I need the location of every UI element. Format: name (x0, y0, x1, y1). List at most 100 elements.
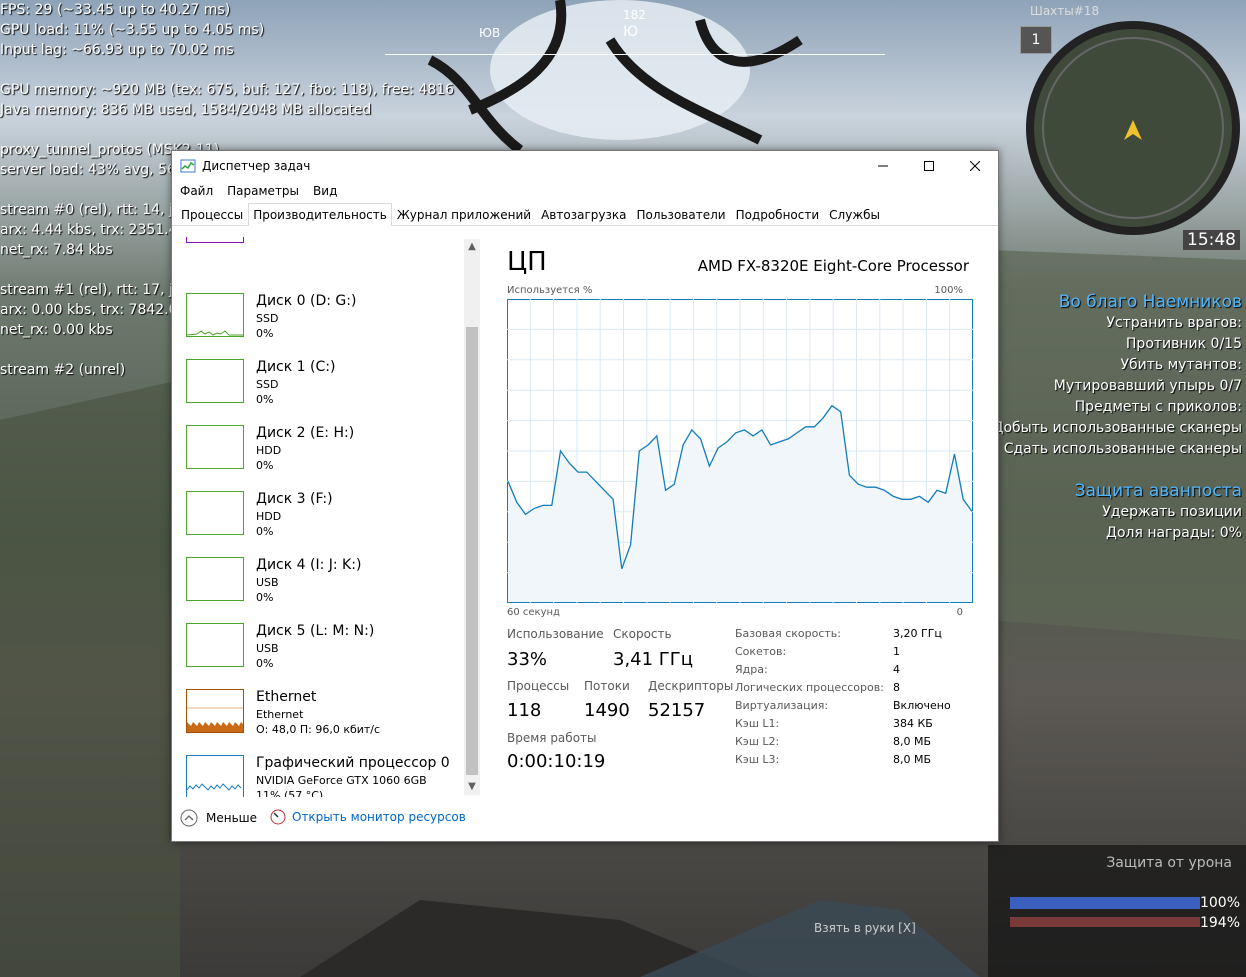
resource-value: 0% (256, 591, 274, 604)
resource-sparkline (187, 492, 243, 534)
scroll-down-icon[interactable]: ▼ (464, 779, 480, 795)
scrollbar-thumb[interactable] (466, 327, 478, 775)
minimize-icon (878, 165, 888, 167)
tab[interactable]: Процессы (176, 203, 248, 225)
resource-subtitle: NVIDIA GeForce GTX 1060 6GB (256, 774, 427, 787)
cpu-prop-key: Виртуализация: (735, 699, 829, 712)
resource-item-disk[interactable]: Диск 2 (E: H:) HDD 0% (186, 425, 476, 485)
resource-item-net[interactable]: Ethernet Ethernet О: 48,0 П: 96,0 кбит/с (186, 689, 476, 749)
minimap-disc (1026, 21, 1240, 235)
scroll-up-icon[interactable]: ▲ (464, 239, 480, 255)
chevron-up-icon (180, 809, 198, 827)
resource-name: Диск 2 (E: H:) (256, 425, 355, 441)
menu-item[interactable]: Параметры (227, 181, 299, 201)
window-title: Диспетчер задач (202, 159, 311, 173)
cpu-prop-key: Базовая скорость: (735, 627, 841, 640)
tab[interactable]: Журнал приложений (392, 203, 536, 225)
resource-item-memory[interactable]: 7,8/16,0 ГБ (49%) (186, 237, 476, 287)
resource-subtitle: HDD (256, 510, 282, 523)
resource-value: 11% (57 °C) (256, 789, 324, 797)
task-manager-window[interactable]: Диспетчер задач Файл Параметры Вид Процесс… (171, 150, 999, 842)
resource-sparkline (187, 426, 243, 468)
resource-list[interactable]: 7,8/16,0 ГБ (49%)Диск 0 (D: G:)SSD0%Диск… (172, 237, 482, 797)
resource-subtitle: SSD (256, 312, 279, 325)
resource-item-disk[interactable]: Диск 4 (I: J: K:) USB 0% (186, 557, 476, 617)
usage-label: Использование (507, 627, 604, 641)
cpu-model: AMD FX-8320E Eight-Core Processor (697, 257, 969, 275)
resource-thumbnail (186, 359, 244, 403)
processes-label: Процессы (507, 679, 570, 693)
menu-item[interactable]: Вид (313, 181, 337, 201)
resource-thumbnail (186, 293, 244, 337)
debug-line (0, 120, 520, 140)
speed-label: Скорость (613, 627, 672, 641)
minimap-time: 15:48 (1183, 230, 1240, 250)
close-button[interactable] (952, 151, 998, 181)
fewer-details-button[interactable]: Меньше (180, 809, 257, 827)
resource-list-scrollbar[interactable]: ▲ ▼ (464, 239, 480, 795)
tab[interactable]: Подробности (731, 203, 825, 225)
resource-sparkline (187, 360, 243, 402)
cpu-prop-value: 8 (893, 681, 900, 694)
tab[interactable]: Пользователи (631, 203, 730, 225)
cpu-prop-key: Кэш L2: (735, 735, 780, 748)
resource-value: 0% (256, 327, 274, 340)
resource-thumbnail (186, 623, 244, 667)
resource-thumbnail (186, 491, 244, 535)
resource-item-disk[interactable]: Диск 3 (F:) HDD 0% (186, 491, 476, 551)
cpu-prop-value: 8,0 МБ (893, 753, 932, 766)
quest-title: Защита аванпоста (1074, 481, 1242, 501)
defense-label: Защита от урона (1106, 855, 1232, 871)
pickup-hint: Взять в руки [X] (814, 921, 916, 935)
quest-objective: Противник 0/15 (1125, 336, 1242, 352)
resource-thumbnail (186, 689, 244, 733)
threads-label: Потоки (584, 679, 630, 693)
resource-thumbnail (186, 425, 244, 469)
quest-objective (993, 460, 1242, 481)
resource-value: О: 48,0 П: 96,0 кбит/с (256, 723, 381, 736)
tab-strip: Процессы Производительность Журнал приложе… (172, 203, 998, 226)
resource-item-disk[interactable]: Диск 0 (D: G:) SSD 0% (186, 293, 476, 353)
cpu-prop-key: Сокетов: (735, 645, 787, 658)
tab[interactable]: Производительность (248, 203, 392, 226)
quest-objective: Сдать использованные сканеры (1003, 441, 1242, 457)
tab[interactable]: Автозагрузка (536, 203, 631, 225)
handles-label: Дескрипторы (648, 679, 734, 693)
quest-title: Во благо Наемников (1058, 292, 1242, 312)
quest-objective: Добыть использованные сканеры (992, 420, 1242, 436)
resource-item-disk[interactable]: Диск 5 (L: M: N:) USB 0% (186, 623, 476, 683)
resource-subtitle: SSD (256, 378, 279, 391)
resource-thumbnail (186, 237, 244, 243)
cpu-title: ЦП (507, 247, 547, 277)
quest-tracker: Во благо Наемников Устранить врагов: Проти… (993, 292, 1242, 544)
resource-name: Диск 1 (C:) (256, 359, 336, 375)
cpu-prop-value: 384 КБ (893, 717, 933, 730)
compass-s: Ю (623, 24, 639, 40)
menu-item[interactable]: Файл (180, 181, 213, 201)
stamina-bar (1010, 917, 1200, 927)
health-bar (1010, 897, 1200, 909)
compass-heading: 182 (623, 8, 646, 22)
processes-value: 118 (507, 700, 542, 721)
tab[interactable]: Службы (824, 203, 885, 225)
resource-item-disk[interactable]: Диск 1 (C:) SSD 0% (186, 359, 476, 419)
menu-bar: Файл Параметры Вид (172, 181, 998, 201)
cpu-prop-key: Кэш L3: (735, 753, 780, 766)
resource-value: 0% (256, 393, 274, 406)
threads-value: 1490 (584, 700, 630, 721)
maximize-button[interactable] (906, 151, 952, 181)
resource-monitor-icon (270, 809, 286, 825)
graph-max-label: 100% (934, 285, 963, 296)
debug-line: Java memory: 836 MB used, 1584/2048 MB a… (0, 102, 372, 118)
resource-subtitle: USB (256, 642, 279, 655)
open-resource-monitor-link[interactable]: Открыть монитор ресурсов (270, 809, 466, 825)
graph-label: Используется % (507, 285, 593, 296)
footer: Меньше Открыть монитор ресурсов (172, 801, 998, 837)
minimize-button[interactable] (860, 151, 906, 181)
resource-sparkline (187, 624, 243, 666)
cpu-detail-pane: ЦП AMD FX-8320E Eight-Core Processor Исп… (507, 237, 987, 797)
resource-subtitle: USB (256, 576, 279, 589)
quest-objective: Предметы с приколов: (1074, 399, 1242, 415)
resource-item-gpu[interactable]: Графический процессор 0 NVIDIA GeForce GT… (186, 755, 476, 797)
title-bar[interactable]: Диспетчер задач (172, 151, 998, 181)
